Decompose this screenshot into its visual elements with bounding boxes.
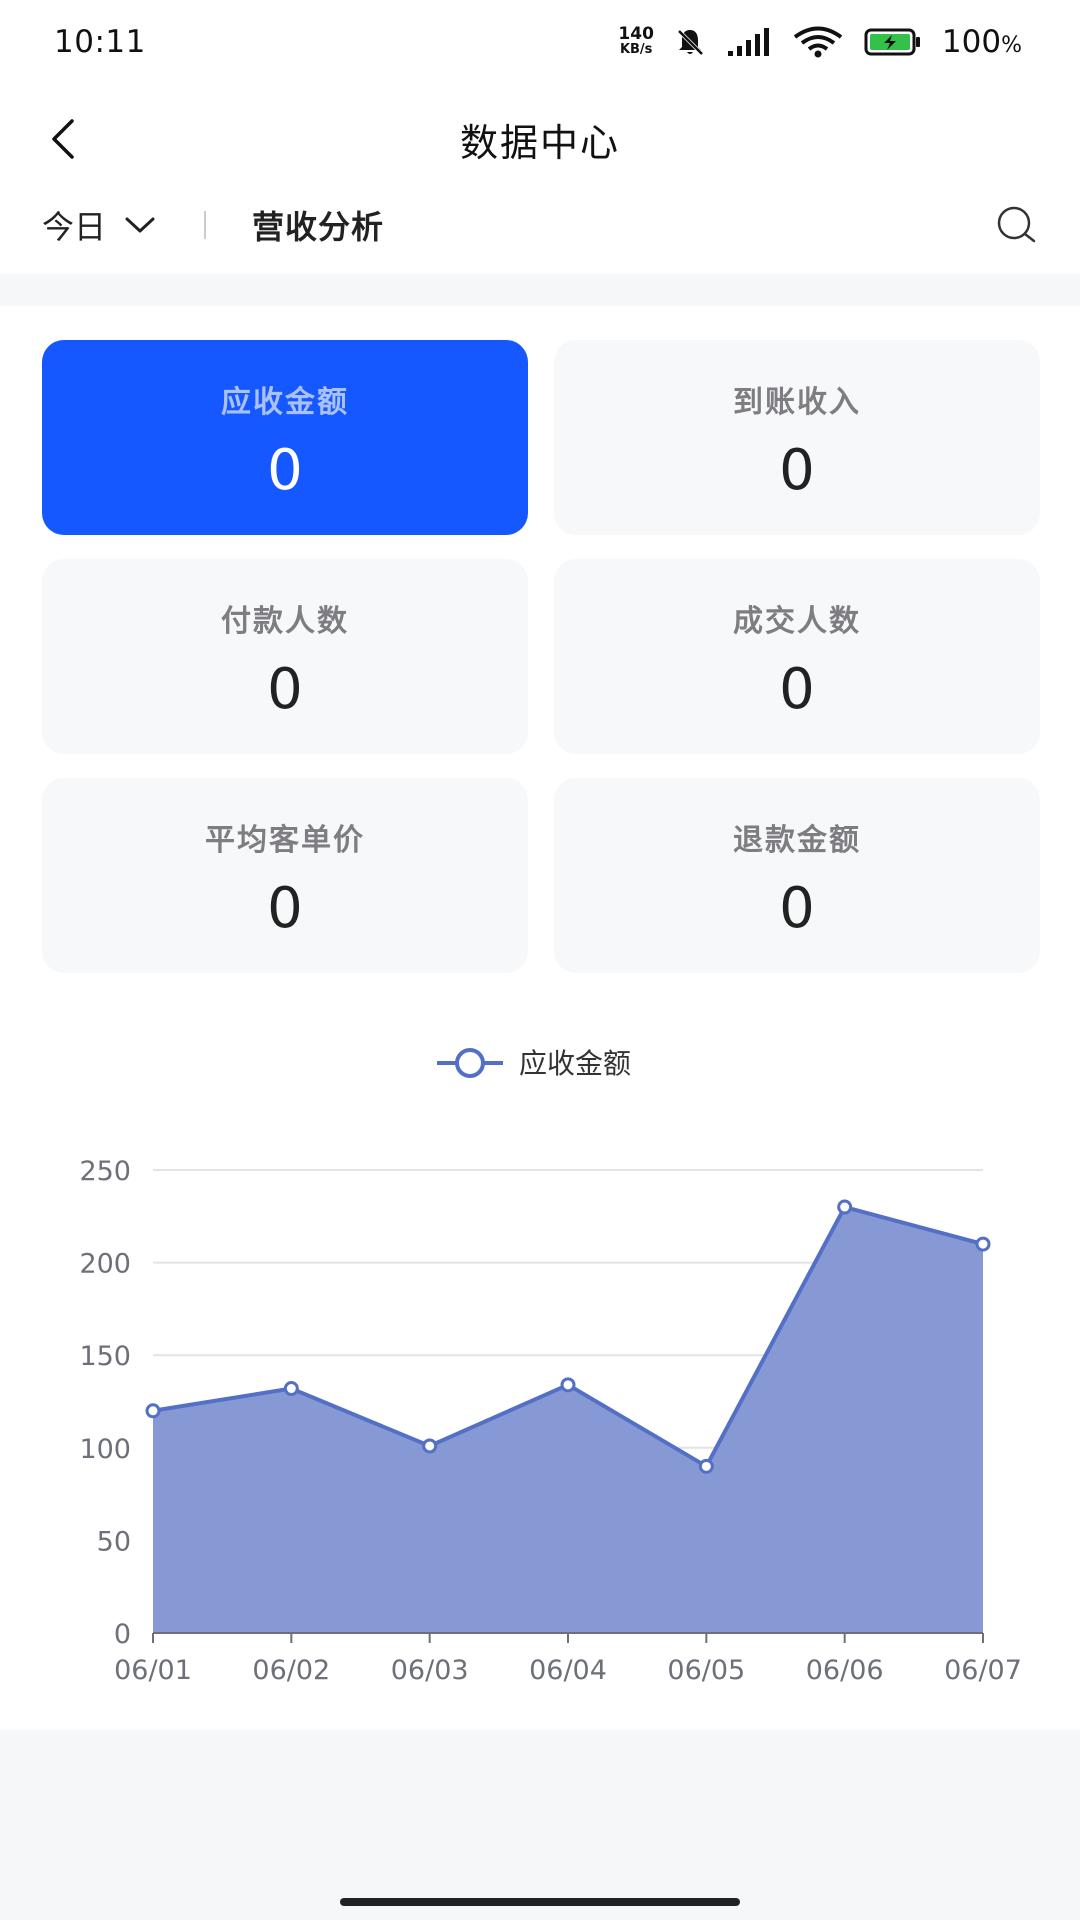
data-center-page: 10:11 140 KB/s 100% 数据中心 今日 营收分析 应收金额 0 … bbox=[0, 0, 1080, 1920]
x-tick-label: 06/07 bbox=[944, 1655, 1022, 1686]
x-tick-label: 06/03 bbox=[391, 1655, 469, 1686]
x-tick-label: 06/06 bbox=[806, 1655, 884, 1686]
x-tick-label: 06/05 bbox=[667, 1655, 745, 1686]
stat-value: 0 bbox=[779, 437, 815, 503]
data-point bbox=[283, 1381, 299, 1397]
legend-marker bbox=[455, 1048, 485, 1078]
status-time: 10:11 bbox=[54, 24, 146, 60]
stat-label: 成交人数 bbox=[733, 603, 861, 639]
stat-value: 0 bbox=[779, 656, 815, 722]
x-tick-label: 06/04 bbox=[529, 1655, 607, 1686]
data-point bbox=[560, 1377, 576, 1393]
status-icons: 140 KB/s 100% bbox=[618, 24, 1022, 60]
stat-label: 平均客单价 bbox=[205, 822, 365, 858]
filter-bar: 今日 营收分析 bbox=[0, 180, 1080, 270]
bottom-area bbox=[0, 1730, 1080, 1920]
stat-value: 0 bbox=[267, 437, 303, 503]
signal-icon bbox=[727, 28, 769, 56]
title-bar: 数据中心 bbox=[0, 84, 1080, 194]
y-tick-label: 100 bbox=[79, 1434, 131, 1465]
stat-value: 0 bbox=[267, 875, 303, 941]
stat-card-refund[interactable]: 退款金额 0 bbox=[554, 778, 1040, 973]
legend-label: 应收金额 bbox=[519, 1047, 631, 1080]
period-label: 今日 bbox=[42, 208, 107, 246]
x-tick-label: 06/02 bbox=[252, 1655, 330, 1686]
stat-card-received-income[interactable]: 到账收入 0 bbox=[554, 340, 1040, 535]
data-point bbox=[975, 1236, 991, 1252]
page-title: 数据中心 bbox=[459, 120, 620, 165]
net-speed: 140 KB/s bbox=[618, 24, 654, 58]
revenue-chart: 应收金额 0 50 100 150 200 250 06/01 06/02 06/03 06/04 0… bbox=[0, 1020, 1080, 1720]
x-tick-label: 06/01 bbox=[114, 1655, 192, 1686]
period-dropdown[interactable]: 今日 bbox=[42, 202, 156, 248]
battery-percent: 100% bbox=[942, 24, 1022, 60]
tab-revenue-analysis[interactable]: 营收分析 bbox=[252, 202, 384, 248]
status-bar: 10:11 140 KB/s 100% bbox=[0, 0, 1080, 84]
wifi-icon bbox=[793, 26, 843, 58]
stat-label: 退款金额 bbox=[733, 822, 861, 858]
stat-card-receivable[interactable]: 应收金额 0 bbox=[42, 340, 528, 535]
stat-card-deals[interactable]: 成交人数 0 bbox=[554, 559, 1040, 754]
y-tick-label: 150 bbox=[79, 1341, 131, 1372]
chevron-down-icon bbox=[125, 217, 155, 233]
data-point bbox=[837, 1199, 853, 1215]
filter-divider bbox=[204, 211, 207, 239]
net-speed-value: 140 bbox=[618, 24, 654, 44]
battery-percent-suffix: % bbox=[1001, 33, 1022, 58]
stat-label: 付款人数 bbox=[221, 603, 349, 639]
stat-cards: 应收金额 0 到账收入 0 付款人数 0 成交人数 0 平均客单价 0 退款金额… bbox=[42, 340, 1040, 973]
series-area bbox=[153, 1207, 983, 1633]
data-point bbox=[422, 1438, 438, 1454]
stat-card-payers[interactable]: 付款人数 0 bbox=[42, 559, 528, 754]
stat-value: 0 bbox=[779, 875, 815, 941]
net-speed-unit: KB/s bbox=[619, 42, 653, 57]
bell-off-icon bbox=[677, 29, 704, 56]
battery-percent-value: 100 bbox=[941, 24, 1002, 60]
revenue-area-chart: 应收金额 0 50 100 150 200 250 06/01 06/02 06/03 06/04 0… bbox=[79, 1047, 1022, 1686]
search-icon[interactable] bbox=[994, 202, 1040, 248]
stat-label: 到账收入 bbox=[733, 384, 861, 420]
y-tick-label: 50 bbox=[97, 1526, 131, 1557]
y-tick-label: 200 bbox=[79, 1249, 131, 1280]
section-separator bbox=[0, 274, 1080, 306]
battery-charging-icon bbox=[864, 28, 920, 56]
home-indicator[interactable] bbox=[340, 1898, 740, 1906]
y-tick-label: 0 bbox=[114, 1619, 131, 1650]
data-point bbox=[698, 1458, 714, 1474]
chevron-left-icon[interactable] bbox=[40, 114, 90, 164]
y-tick-label: 250 bbox=[79, 1156, 131, 1187]
data-point bbox=[145, 1403, 161, 1419]
stat-label: 应收金额 bbox=[221, 384, 349, 420]
stat-card-avg-order[interactable]: 平均客单价 0 bbox=[42, 778, 528, 973]
stat-value: 0 bbox=[267, 656, 303, 722]
